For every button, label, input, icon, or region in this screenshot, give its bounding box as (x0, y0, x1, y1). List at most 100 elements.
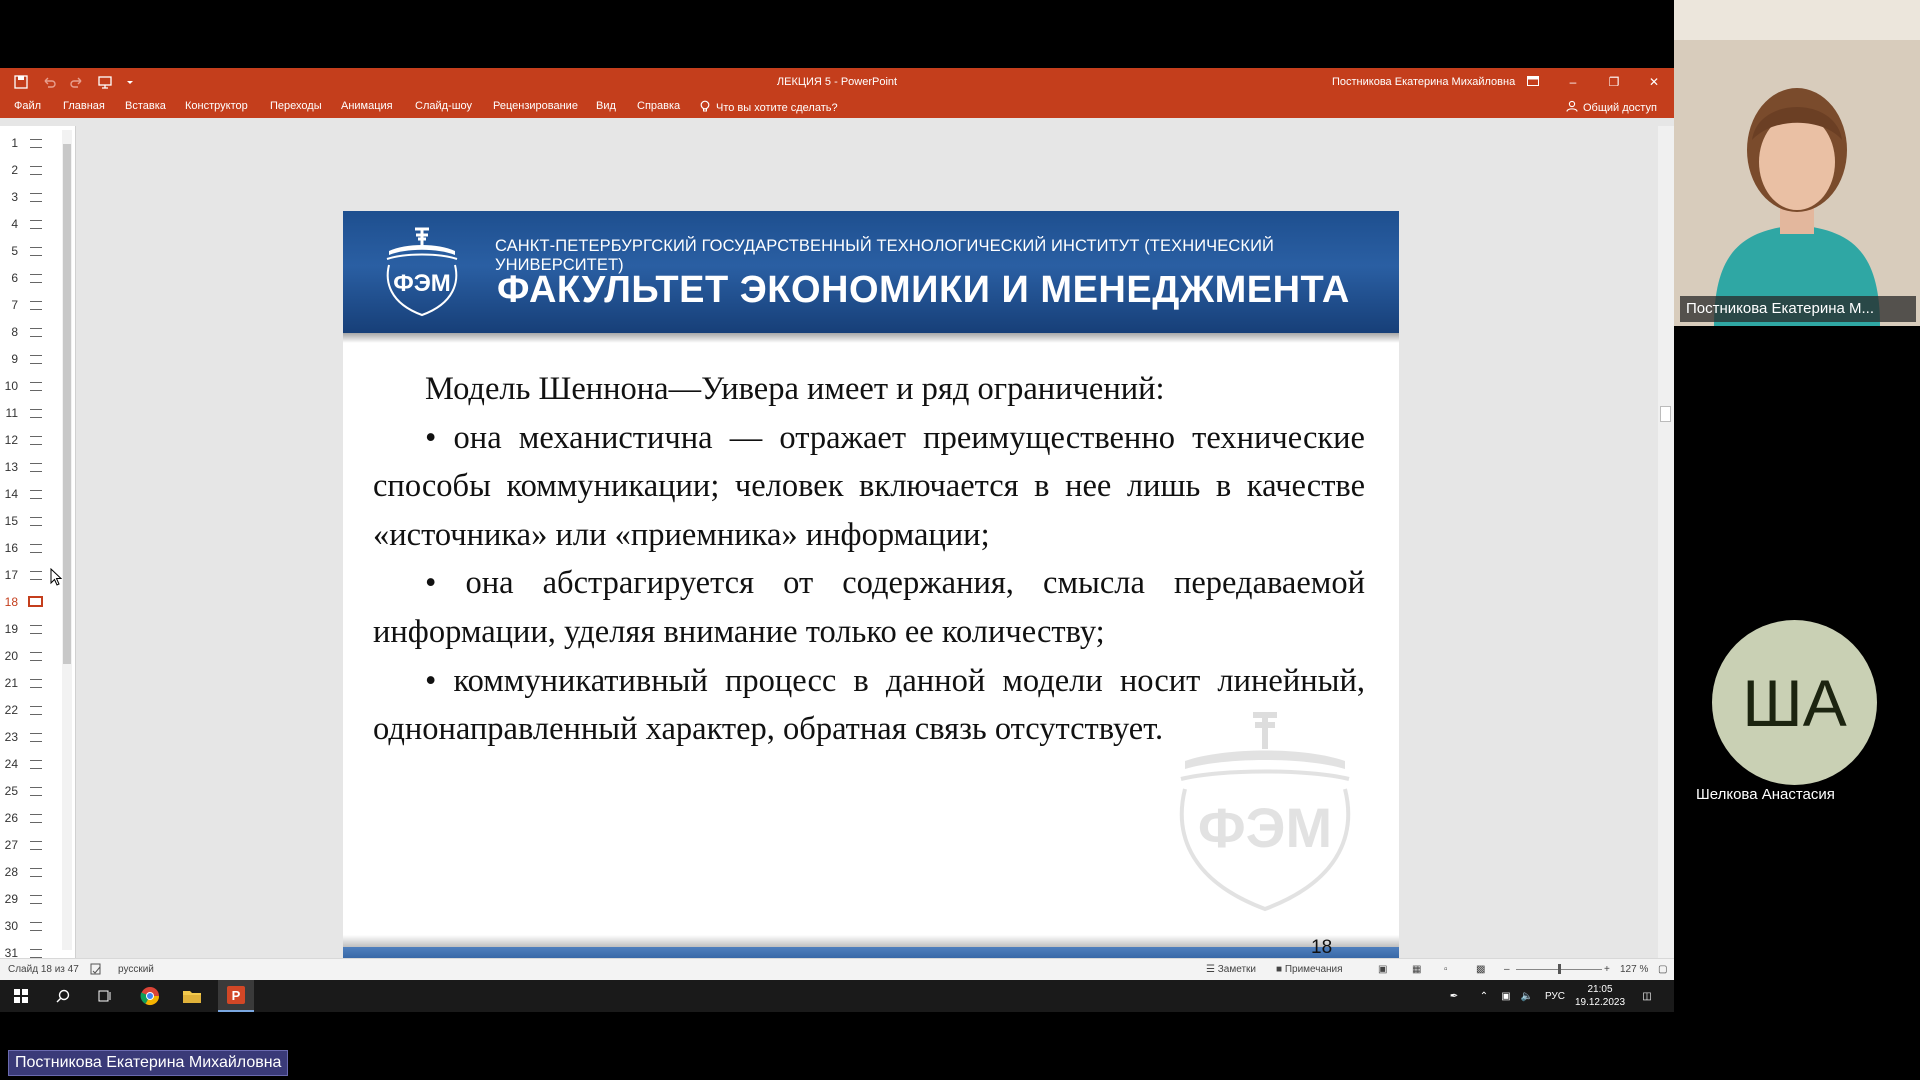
clock[interactable]: 21:05 19.12.2023 (1574, 980, 1626, 1012)
account-name[interactable]: Постникова Екатерина Михайловна (1332, 76, 1515, 88)
ribbon-display-icon[interactable] (1522, 72, 1544, 92)
tab-slideshow[interactable]: Слайд-шоу (415, 100, 472, 112)
outline-slide-row[interactable]: 30 (0, 913, 60, 940)
slide-thumbnail-icon[interactable] (30, 895, 42, 904)
slide-thumbnail-icon[interactable] (30, 652, 42, 661)
outline-slide-row[interactable]: 23 (0, 724, 60, 751)
notes-button[interactable]: ☰ Заметки (1206, 964, 1256, 975)
outline-scroll-thumb[interactable] (63, 144, 71, 664)
file-explorer-icon[interactable] (176, 980, 208, 1012)
presenter-video[interactable] (1674, 0, 1920, 326)
outline-slide-row[interactable]: 25 (0, 778, 60, 805)
outline-slide-row[interactable]: 26 (0, 805, 60, 832)
slide-thumbnail-icon[interactable] (30, 787, 42, 796)
volume-icon[interactable]: 🔈 (1518, 980, 1536, 1012)
tell-me-search[interactable]: Что вы хотите сделать? (700, 100, 838, 116)
slide-18[interactable]: ФЭМ САНКТ-ПЕТЕРБУРГСКИЙ ГОСУДАРСТВЕННЫЙ … (343, 211, 1399, 1005)
participant-avatar[interactable]: ША (1712, 620, 1877, 785)
restore-icon[interactable]: ❐ (1603, 72, 1625, 92)
task-view-icon[interactable] (92, 980, 118, 1012)
slide-thumbnail-icon[interactable] (30, 868, 42, 877)
slide-thumbnail-icon[interactable] (30, 409, 42, 418)
slide-thumbnail-icon[interactable] (30, 166, 42, 175)
comments-button[interactable]: ■ Примечания (1276, 964, 1343, 975)
tab-transitions[interactable]: Переходы (270, 100, 322, 112)
network-icon[interactable]: ▣ (1498, 980, 1514, 1012)
windows-start-icon[interactable] (8, 980, 34, 1012)
slide-thumbnail-icon[interactable] (30, 922, 42, 931)
outline-slide-row[interactable]: 14 (0, 481, 60, 508)
tab-design[interactable]: Конструктор (185, 100, 248, 112)
spelling-icon[interactable] (90, 963, 102, 978)
slide-thumbnail-icon[interactable] (30, 679, 42, 688)
tab-review[interactable]: Рецензирование (493, 100, 578, 112)
slide-thumbnail-icon[interactable] (30, 814, 42, 823)
slide-sorter-icon[interactable]: ▦ (1412, 964, 1421, 975)
slide-thumbnail-icon[interactable] (30, 841, 42, 850)
slide-thumbnail-icon[interactable] (30, 301, 42, 310)
slide-thumbnail-icon[interactable] (30, 382, 42, 391)
outline-slide-row[interactable]: 27 (0, 832, 60, 859)
slide-thumbnail-icon[interactable] (30, 355, 42, 364)
tab-home[interactable]: Главная (63, 100, 105, 112)
slide-thumbnail-icon[interactable] (30, 463, 42, 472)
outline-slide-row[interactable]: 28 (0, 859, 60, 886)
normal-view-icon[interactable]: ▣ (1378, 964, 1387, 975)
slide-thumbnail-icon[interactable] (30, 193, 42, 202)
outline-slide-row[interactable]: 19 (0, 616, 60, 643)
outline-slide-row[interactable]: 24 (0, 751, 60, 778)
slide-thumbnail-icon[interactable] (30, 571, 42, 580)
slide-thumbnail-icon[interactable] (30, 949, 42, 958)
outline-slide-row[interactable]: 7 (0, 292, 60, 319)
notifications-icon[interactable]: ◫ (1638, 980, 1656, 1012)
outline-slide-row[interactable]: 29 (0, 886, 60, 913)
outline-slide-row[interactable]: 11 (0, 400, 60, 427)
slide-thumbnail-icon[interactable] (30, 139, 42, 148)
tab-insert[interactable]: Вставка (125, 100, 166, 112)
outline-slide-row[interactable]: 10 (0, 373, 60, 400)
share-button[interactable]: Общий доступ (1566, 100, 1657, 115)
zoom-level[interactable]: 127 % (1620, 964, 1648, 975)
minimize-icon[interactable]: – (1562, 72, 1584, 92)
input-language[interactable]: РУС (1542, 980, 1568, 1012)
slideshow-view-icon[interactable]: ▩ (1476, 964, 1485, 975)
outline-slide-row[interactable]: 21 (0, 670, 60, 697)
outline-slide-row[interactable]: 12 (0, 427, 60, 454)
outline-slide-row[interactable]: 6 (0, 265, 60, 292)
slide-thumbnail-icon[interactable] (30, 436, 42, 445)
outline-slide-row[interactable]: 15 (0, 508, 60, 535)
slide-thumbnail-icon[interactable] (30, 625, 42, 634)
slide-thumbnail-icon[interactable] (30, 706, 42, 715)
language-indicator[interactable]: русский (118, 964, 154, 975)
outline-slide-row[interactable]: 8 (0, 319, 60, 346)
slide-thumbnail-icon[interactable] (30, 274, 42, 283)
outline-slide-row[interactable]: 9 (0, 346, 60, 373)
tab-animations[interactable]: Анимация (341, 100, 393, 112)
slide-thumbnail-icon[interactable] (28, 596, 43, 607)
slide-thumbnail-icon[interactable] (30, 328, 42, 337)
editor-scroll-thumb[interactable] (1660, 406, 1671, 422)
outline-slide-row[interactable]: 20 (0, 643, 60, 670)
outline-slide-row[interactable]: 2 (0, 157, 60, 184)
slide-thumbnail-icon[interactable] (30, 733, 42, 742)
editor-scrollbar[interactable] (1658, 126, 1674, 958)
outline-slide-row[interactable]: 22 (0, 697, 60, 724)
slide-thumbnail-icon[interactable] (30, 544, 42, 553)
zoom-out-icon[interactable]: – (1504, 964, 1510, 975)
fit-to-window-icon[interactable]: ▢ (1658, 964, 1667, 975)
outline-pane[interactable]: 1 2 3 4 5 6 7 8 9 10 11 12 13 14 15 16 17 18 19 20 21 22 23 24 2… (0, 126, 76, 960)
zoom-slider-thumb[interactable] (1558, 964, 1561, 974)
slide-thumbnail-icon[interactable] (30, 517, 42, 526)
slide-body[interactable]: Модель Шеннона—Уивера имеет и ряд ограни… (373, 365, 1365, 754)
outline-slide-row[interactable]: 5 (0, 238, 60, 265)
reading-view-icon[interactable]: ▫ (1444, 964, 1448, 975)
chevron-up-icon[interactable]: ⌃ (1476, 980, 1492, 1012)
pen-icon[interactable]: ✒ (1444, 980, 1464, 1012)
outline-slide-row[interactable]: 3 (0, 184, 60, 211)
outline-slide-row[interactable]: 16 (0, 535, 60, 562)
close-icon[interactable]: ✕ (1643, 72, 1665, 92)
outline-slide-row[interactable]: 1 (0, 130, 60, 157)
search-icon[interactable] (50, 980, 76, 1012)
outline-slide-row[interactable]: 4 (0, 211, 60, 238)
slide-thumbnail-icon[interactable] (30, 247, 42, 256)
